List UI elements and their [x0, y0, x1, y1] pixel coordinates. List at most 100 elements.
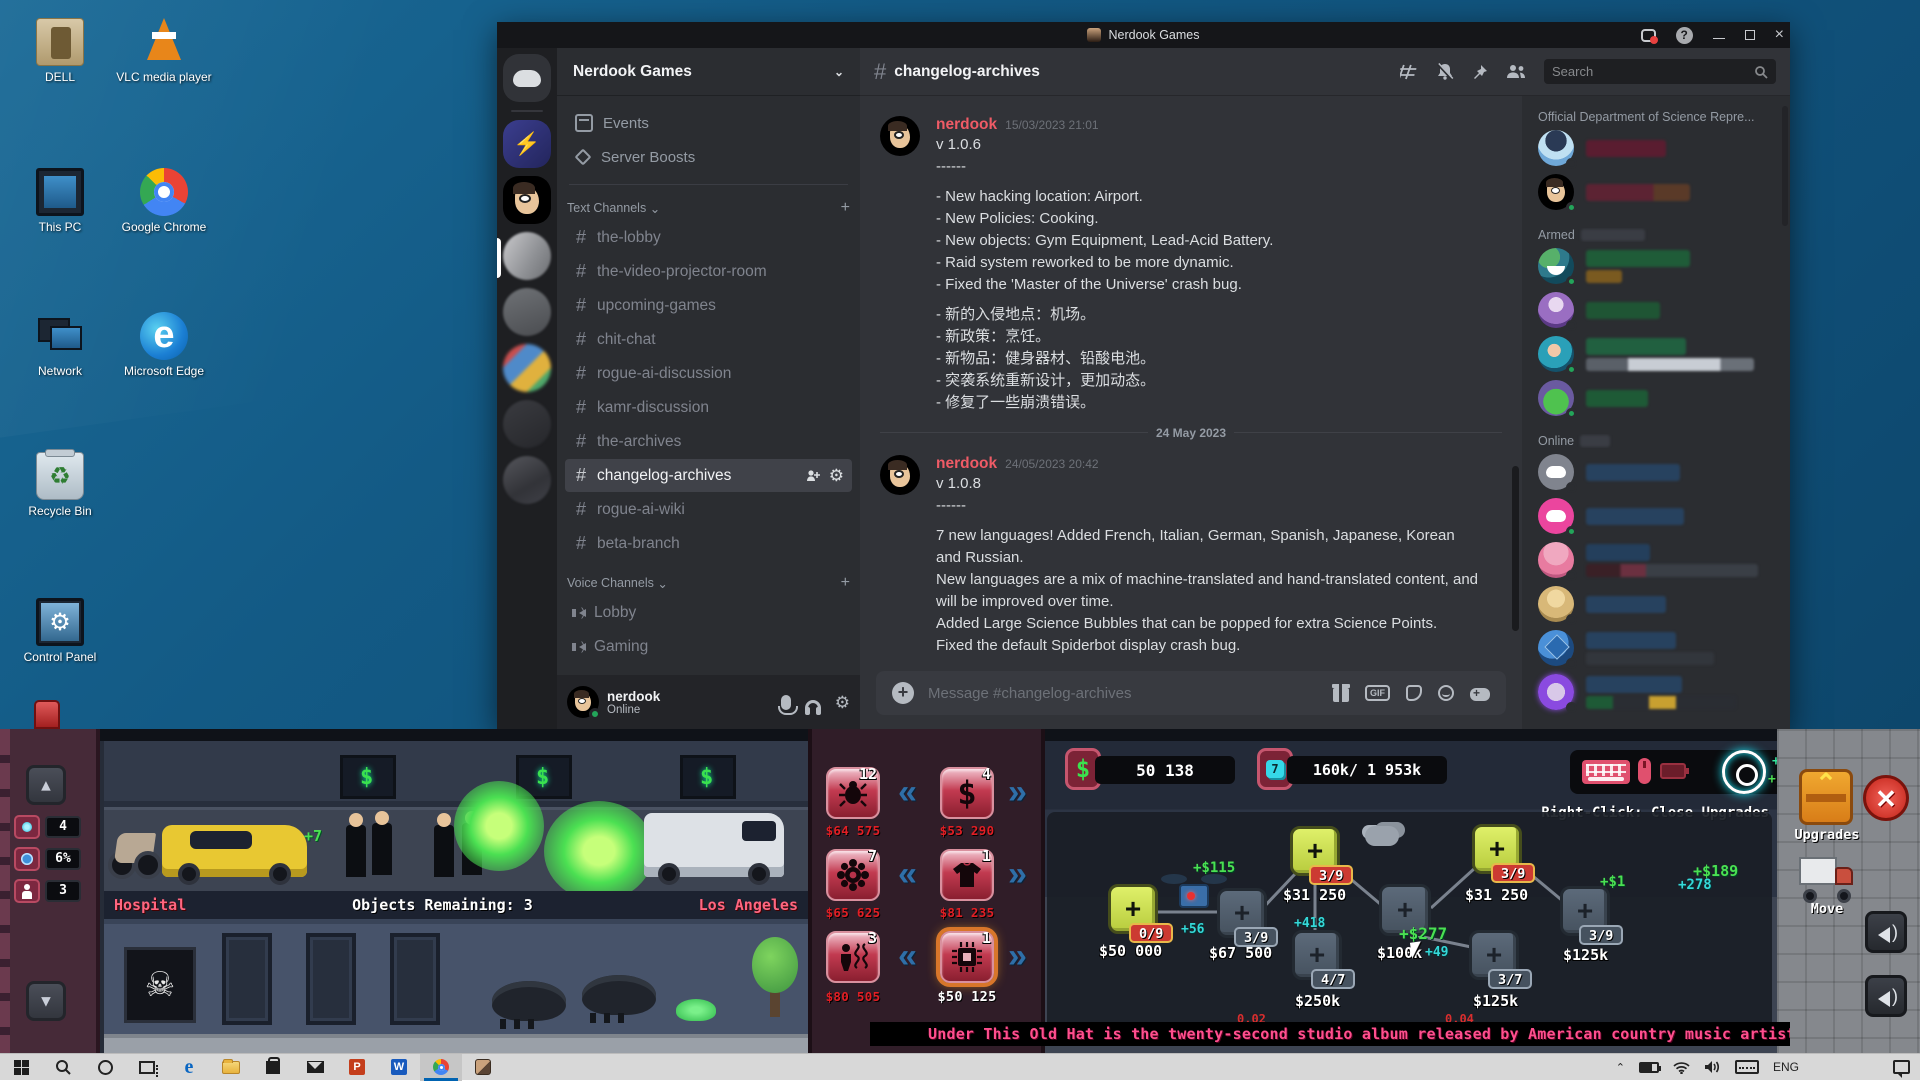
battery-icon[interactable]	[1639, 1062, 1659, 1073]
channel-rogue-ai-wiki[interactable]: #rogue-ai-wiki	[565, 493, 852, 526]
desktop-icon-edge[interactable]: Microsoft Edge	[112, 312, 216, 378]
headphones-icon[interactable]	[805, 700, 821, 709]
item-bug[interactable]: 12	[826, 767, 880, 819]
help-button[interactable]: ?	[1676, 27, 1693, 44]
next-item-arrow[interactable]: »	[1008, 859, 1027, 889]
tray-expand-icon[interactable]: ⌃	[1616, 1061, 1625, 1074]
voice-channel-gaming[interactable]: Gaming	[565, 630, 852, 663]
upgrade-node[interactable]: + 3/9	[1560, 886, 1610, 936]
voice-channels-category[interactable]: Voice Channels ⌄ +	[567, 574, 850, 592]
game-activity-icon[interactable]	[1470, 688, 1490, 701]
channel-settings-icon[interactable]: ⚙	[829, 467, 844, 484]
start-button[interactable]	[0, 1054, 42, 1081]
taskbar-search-button[interactable]	[42, 1054, 84, 1081]
channel-upcoming-games[interactable]: #upcoming-games	[565, 289, 852, 322]
sound-button[interactable]	[1865, 911, 1907, 953]
close-upgrades-button[interactable]: ✕	[1863, 775, 1909, 821]
channel-the-archives[interactable]: #the-archives	[565, 425, 852, 458]
wifi-icon[interactable]	[1673, 1061, 1690, 1074]
server-icon[interactable]	[503, 232, 551, 280]
item-shirt[interactable]: 1	[940, 849, 994, 901]
attach-icon[interactable]: +	[892, 682, 914, 704]
message[interactable]: nerdook 15/03/2023 21:01 v 1.0.6 ------ …	[860, 114, 1522, 414]
add-channel-icon[interactable]: +	[841, 199, 850, 217]
channel-the-lobby[interactable]: #the-lobby	[565, 221, 852, 254]
member-row[interactable]	[1538, 494, 1782, 538]
avatar[interactable]	[567, 686, 599, 718]
desktop-icon-recycle-bin[interactable]: Recycle Bin	[8, 452, 112, 518]
channel-the-video-projector-room[interactable]: #the-video-projector-room	[565, 255, 852, 288]
sidebar-item-events[interactable]: Events	[565, 106, 852, 140]
taskbar-file-explorer[interactable]	[210, 1054, 252, 1081]
maximize-button[interactable]	[1745, 30, 1755, 40]
server-icon[interactable]	[503, 456, 551, 504]
upgrade-node[interactable]: + 3/7	[1469, 930, 1519, 980]
message-input[interactable]: + Message #changelog-archives GIF	[876, 671, 1506, 715]
desktop-icon-dell[interactable]: DELL	[8, 18, 112, 84]
threads-icon[interactable]	[1400, 64, 1418, 80]
volume-icon[interactable]	[1704, 1060, 1721, 1074]
upgrade-node[interactable]: + 3/9	[1472, 824, 1522, 874]
member-row[interactable]	[1538, 126, 1782, 170]
next-item-arrow[interactable]: »	[1008, 941, 1027, 971]
server-icon[interactable]	[503, 288, 551, 336]
discord-titlebar[interactable]: Nerdook Games ? ×	[497, 22, 1790, 48]
item-chip-selected[interactable]: 1	[940, 931, 994, 983]
desktop-icon-this-pc[interactable]: This PC	[8, 168, 112, 234]
scrollbar[interactable]	[1782, 106, 1788, 226]
member-row[interactable]	[1538, 170, 1782, 214]
touch-keyboard-icon[interactable]	[1735, 1060, 1759, 1074]
message-author[interactable]: nerdook	[936, 116, 997, 134]
member-row[interactable]	[1538, 626, 1782, 670]
prev-item-arrow[interactable]: «	[898, 859, 917, 889]
upgrade-node[interactable]: + 3/9	[1217, 888, 1267, 938]
minimize-button[interactable]	[1713, 38, 1725, 39]
taskbar-mail[interactable]	[294, 1054, 336, 1081]
upgrades-button[interactable]	[1799, 769, 1853, 825]
member-row[interactable]	[1538, 288, 1782, 332]
desktop-icon-control-panel[interactable]: Control Panel	[8, 598, 112, 664]
action-center-icon[interactable]	[1893, 1060, 1910, 1074]
server-icon-nerdook-games[interactable]	[503, 176, 551, 224]
channel-beta-branch[interactable]: #beta-branch	[565, 527, 852, 560]
language-indicator[interactable]: ENG	[1773, 1060, 1799, 1074]
search-input[interactable]: Search	[1544, 59, 1776, 84]
channel-chit-chat[interactable]: #chit-chat	[565, 323, 852, 356]
channel-changelog-archives[interactable]: #changelog-archives ⚙	[565, 459, 852, 492]
cortana-button[interactable]	[84, 1054, 126, 1081]
sidebar-item-server-boosts[interactable]: Server Boosts	[565, 140, 852, 174]
taskbar-game[interactable]	[462, 1054, 504, 1081]
member-row[interactable]	[1538, 332, 1782, 376]
game-city-scene[interactable]: $ $ $ +7 Hospital Objects Remaining: 3 L…	[104, 741, 808, 1053]
server-icon[interactable]	[503, 400, 551, 448]
taskbar-chrome-active[interactable]	[420, 1054, 462, 1081]
move-button[interactable]	[1799, 857, 1855, 897]
notifications-muted-icon[interactable]	[1436, 63, 1454, 80]
microphone-icon[interactable]	[781, 695, 791, 710]
taskbar-word[interactable]: W	[378, 1054, 420, 1081]
member-row[interactable]	[1538, 582, 1782, 626]
member-row[interactable]	[1538, 670, 1782, 714]
discord-home-button[interactable]	[503, 54, 551, 102]
avatar[interactable]	[880, 455, 920, 495]
item-gear[interactable]: 7	[826, 849, 880, 901]
update-available-icon[interactable]	[1641, 29, 1656, 42]
invite-people-icon[interactable]	[806, 469, 821, 482]
close-button[interactable]: ×	[1775, 27, 1784, 43]
member-row[interactable]	[1538, 376, 1782, 420]
add-channel-icon[interactable]: +	[841, 574, 850, 592]
channel-rogue-ai-discussion[interactable]: #rogue-ai-discussion	[565, 357, 852, 390]
pinned-messages-icon[interactable]	[1472, 64, 1488, 80]
member-row[interactable]	[1538, 538, 1782, 582]
text-channels-category[interactable]: Text Channels ⌄ +	[567, 199, 850, 217]
taskbar-edge[interactable]: e	[168, 1054, 210, 1081]
channel-kamr-discussion[interactable]: #kamr-discussion	[565, 391, 852, 424]
scrollbar[interactable]	[1512, 466, 1519, 631]
upgrade-node[interactable]: + 0/9	[1108, 884, 1158, 934]
desktop-icon-chrome[interactable]: Google Chrome	[112, 168, 216, 234]
prev-item-arrow[interactable]: «	[898, 941, 917, 971]
upgrade-node[interactable]: + 3/9	[1290, 826, 1340, 876]
emoji-icon[interactable]	[1438, 685, 1454, 701]
member-row[interactable]	[1538, 244, 1782, 288]
taskbar-store[interactable]	[252, 1054, 294, 1081]
